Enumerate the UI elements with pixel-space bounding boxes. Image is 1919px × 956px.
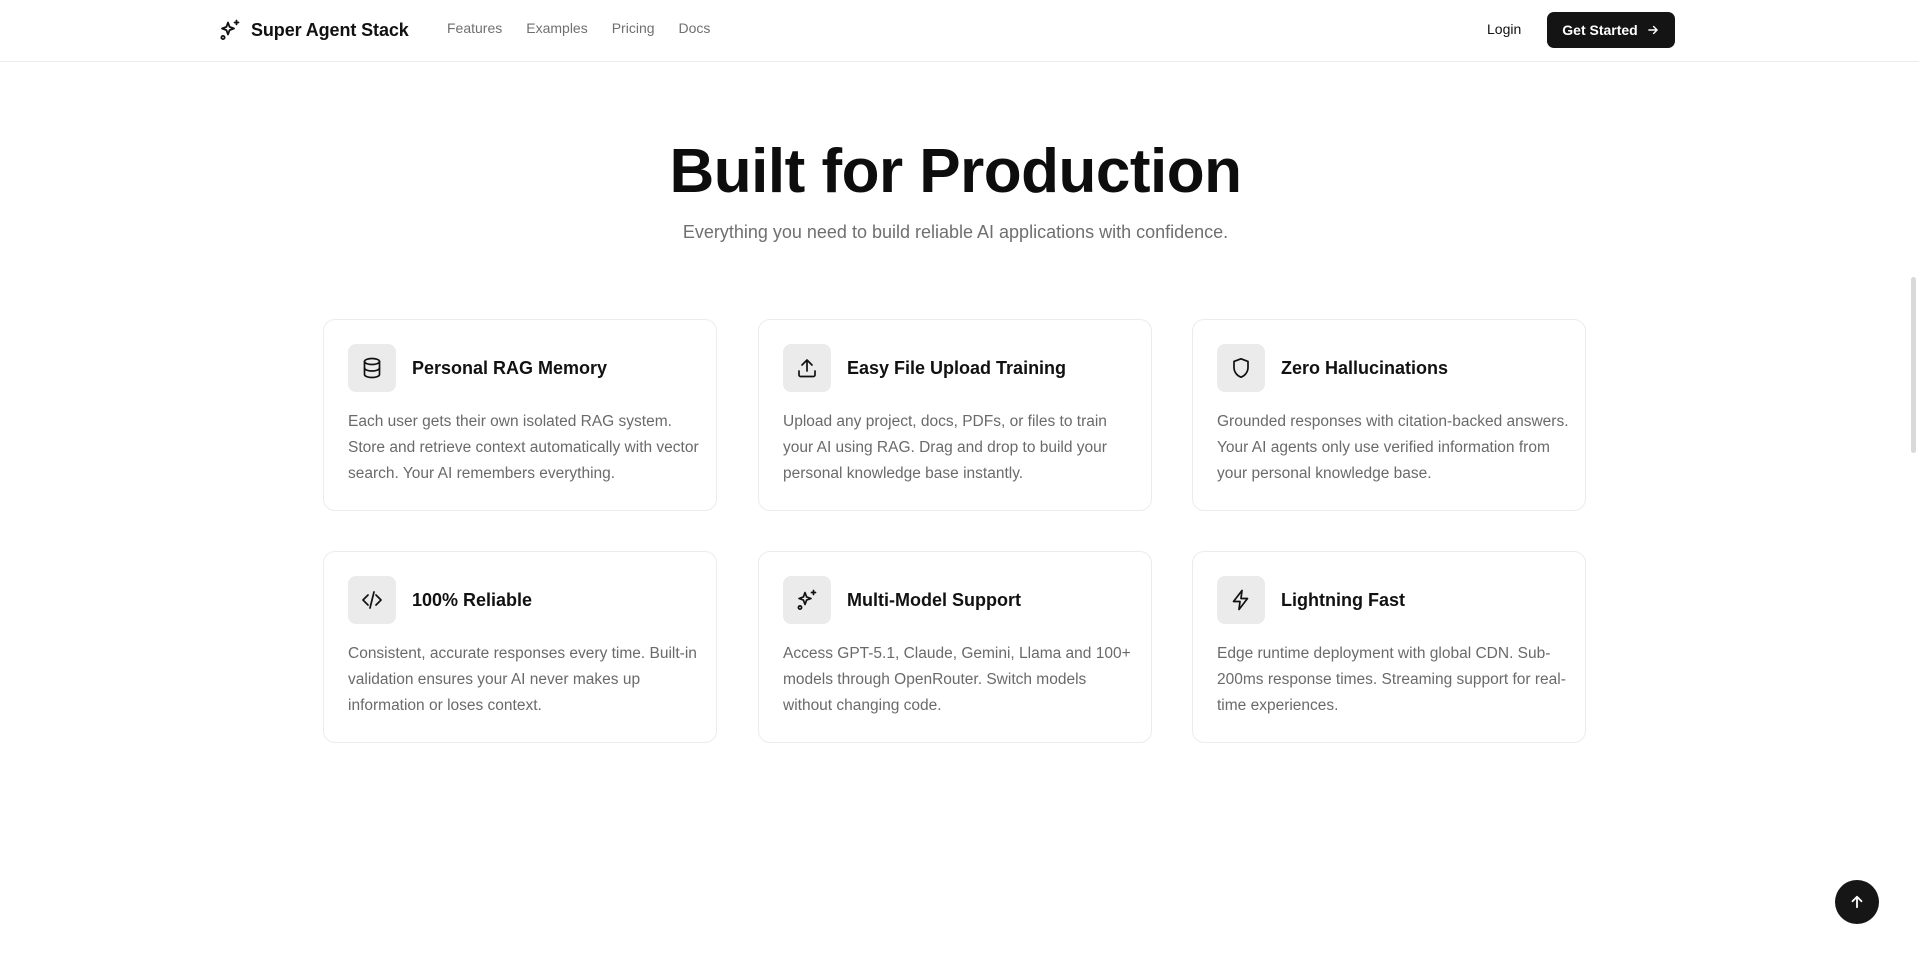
- main-nav: Features Examples Pricing Docs: [447, 20, 710, 36]
- arrow-up-icon: [1851, 895, 1863, 909]
- code-icon: [362, 591, 382, 609]
- shield-icon: [1233, 357, 1249, 379]
- feature-icon-box: [1217, 344, 1265, 392]
- database-icon: [363, 357, 381, 379]
- feature-description: Access GPT-5.1, Claude, Gemini, Llama an…: [783, 645, 1131, 714]
- feature-description: Grounded responses with citation-backed …: [1217, 413, 1569, 482]
- feature-title: Personal RAG Memory: [412, 358, 608, 378]
- nav-link-examples[interactable]: Examples: [526, 20, 587, 36]
- feature-card-easy-file-upload-training: Easy File Upload Training Upload any pro…: [758, 319, 1152, 511]
- zap-icon: [1232, 589, 1249, 611]
- feature-icon-box: [783, 576, 831, 624]
- feature-title: Lightning Fast: [1281, 590, 1405, 610]
- feature-description: Edge runtime deployment with global CDN.…: [1217, 645, 1566, 714]
- scroll-to-top-button[interactable]: [1835, 880, 1879, 924]
- feature-card-100-reliable: 100% Reliable Consistent, accurate respo…: [323, 551, 717, 743]
- brand-name: Super Agent Stack: [251, 19, 409, 40]
- page: Super Agent Stack Features Examples Pric…: [0, 0, 1919, 956]
- arrow-right-icon: [1647, 25, 1658, 35]
- scrollbar-thumb[interactable]: [1911, 277, 1916, 453]
- nav-link-pricing[interactable]: Pricing: [612, 20, 655, 36]
- section-subtitle: Everything you need to build reliable AI…: [682, 222, 1229, 242]
- nav-link-docs[interactable]: Docs: [679, 20, 711, 36]
- feature-description: Consistent, accurate responses every tim…: [348, 645, 697, 714]
- get-started-button[interactable]: Get Started: [1547, 12, 1675, 48]
- feature-icon-box: [348, 576, 396, 624]
- feature-description: Upload any project, docs, PDFs, or files…: [783, 413, 1107, 482]
- feature-description: Each user gets their own isolated RAG sy…: [348, 413, 699, 482]
- feature-title: Easy File Upload Training: [847, 358, 1067, 378]
- feature-title: Multi-Model Support: [847, 590, 1021, 610]
- get-started-label: Get Started: [1562, 22, 1638, 38]
- brand-logo-link[interactable]: Super Agent Stack: [218, 17, 409, 43]
- login-link[interactable]: Login: [1487, 21, 1521, 37]
- upload-icon: [798, 359, 816, 378]
- sparkles-icon: [220, 19, 240, 40]
- feature-icon-box: [783, 344, 831, 392]
- feature-card-multi-model-support: Multi-Model Support Access GPT-5.1, Clau…: [758, 551, 1152, 743]
- feature-card-personal-rag-memory: Personal RAG Memory Each user gets their…: [323, 319, 717, 511]
- feature-card-lightning-fast: Lightning Fast Edge runtime deployment w…: [1192, 551, 1586, 743]
- section-title: Built for Production: [669, 137, 1242, 206]
- feature-card-zero-hallucinations: Zero Hallucinations Grounded responses w…: [1192, 319, 1586, 511]
- feature-icon-box: [348, 344, 396, 392]
- feature-title: Zero Hallucinations: [1281, 358, 1449, 378]
- feature-icon-box: [1217, 576, 1265, 624]
- top-navbar: Super Agent Stack Features Examples Pric…: [0, 0, 1919, 62]
- nav-link-features[interactable]: Features: [447, 20, 502, 36]
- feature-title: 100% Reliable: [412, 590, 533, 610]
- sparkles-icon: [797, 589, 817, 610]
